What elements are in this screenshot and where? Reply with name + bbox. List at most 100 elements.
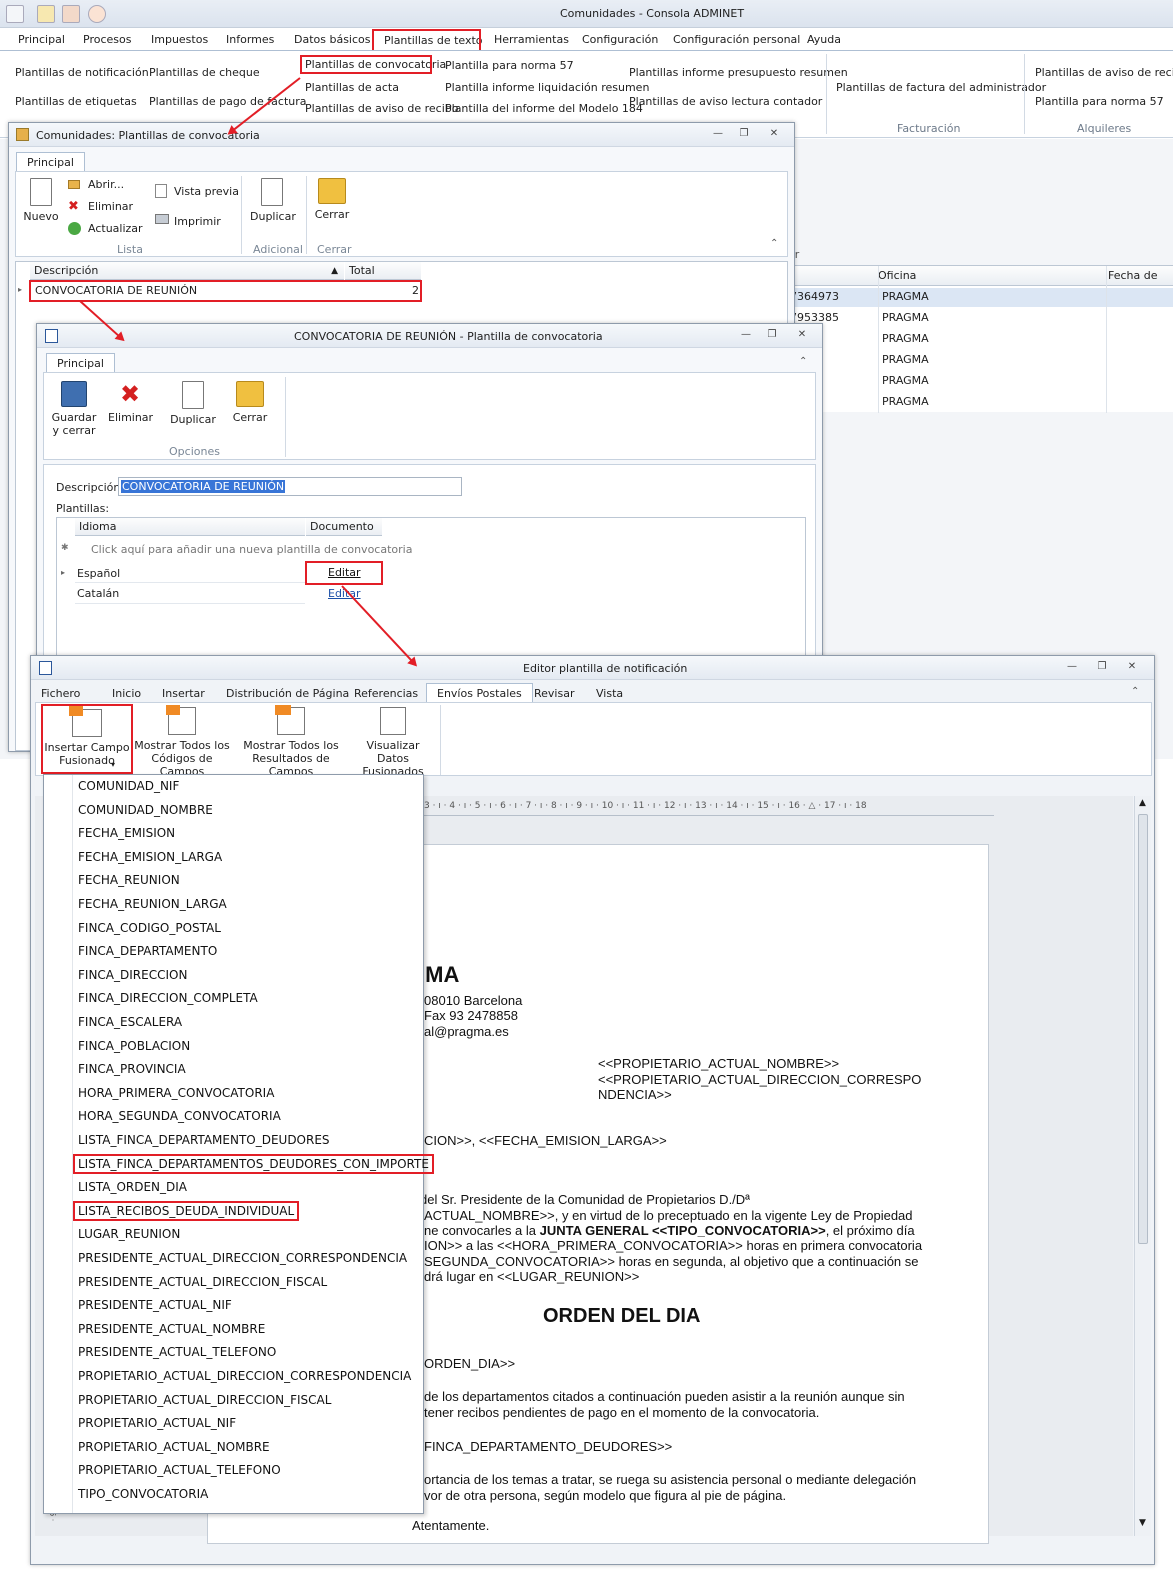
vertical-scrollbar[interactable]: ▲ ▼ (1134, 796, 1151, 1536)
merge-field-item[interactable]: PRESIDENTE_ACTUAL_DIRECCION_FISCAL (78, 1275, 327, 1289)
minimize-icon[interactable]: — (710, 127, 726, 141)
merge-field-item[interactable]: FINCA_POBLACION (78, 1039, 190, 1053)
ribbon-plantilla-informe-liquidacion[interactable]: Plantilla informe liquidación resumen (445, 81, 649, 94)
merge-field-item[interactable]: FECHA_EMISION (78, 826, 175, 840)
visualizar-datos-button[interactable]: Visualizar Datos Fusionados (350, 707, 436, 778)
tab-impuestos[interactable]: Impuestos (141, 30, 218, 51)
merge-field-item[interactable]: COMUNIDAD_NIF (78, 779, 179, 793)
tab-configuracion-personal[interactable]: Configuración personal (663, 30, 810, 51)
ribbon-plantilla-modelo-184[interactable]: Plantilla del informe del Modelo 184 (445, 102, 643, 115)
merge-field-item[interactable]: PRESIDENTE_ACTUAL_NOMBRE (78, 1322, 265, 1336)
tab-envios-postales[interactable]: Envíos Postales (426, 683, 533, 703)
ribbon-factura-administrador[interactable]: Plantillas de factura del administrador (836, 81, 1046, 94)
collapse-ribbon-icon[interactable]: ⌃ (770, 238, 778, 249)
merge-field-item[interactable]: FINCA_DIRECCION (78, 968, 187, 982)
minimize-icon[interactable]: — (1064, 660, 1080, 674)
table-row[interactable]: Español (75, 563, 305, 583)
cerrar-button[interactable]: Cerrar (312, 178, 352, 221)
tab-insertar[interactable]: Insertar (162, 687, 205, 700)
mail-icon[interactable] (37, 5, 55, 23)
maximize-icon[interactable]: ❐ (736, 127, 752, 141)
tab-distribucion[interactable]: Distribución de Página (226, 687, 349, 700)
mostrar-resultados-button[interactable]: Mostrar Todos los Resultados de Campos (234, 705, 348, 778)
merge-field-item[interactable]: COMUNIDAD_NOMBRE (78, 803, 213, 817)
abrir-button[interactable]: Abrir... (88, 178, 124, 191)
column-total[interactable]: Total (345, 262, 421, 280)
ribbon-plantillas-acta[interactable]: Plantillas de acta (305, 81, 399, 94)
tab-principal[interactable]: Principal (16, 152, 85, 172)
rss-icon[interactable] (88, 5, 106, 23)
eliminar-button[interactable]: Eliminar (88, 200, 133, 213)
merge-field-item[interactable]: FECHA_REUNION_LARGA (78, 897, 227, 911)
column-descripcion[interactable]: Descripción ▲ (30, 262, 344, 280)
horizontal-ruler[interactable]: 3 · ı · 4 · ı · 5 · ı · 6 · ı · 7 · ı · … (424, 801, 994, 816)
ribbon-plantillas-cheque[interactable]: Plantillas de cheque (149, 66, 260, 79)
column-documento[interactable]: Documento (306, 518, 382, 536)
tab-referencias[interactable]: Referencias (354, 687, 418, 700)
ribbon-plantillas-aviso-recibo[interactable]: Plantillas de aviso de recibo (305, 102, 458, 115)
ribbon-plantillas-notificacion[interactable]: Plantillas de notificación (15, 66, 149, 79)
maximize-icon[interactable]: ❐ (764, 328, 780, 342)
merge-field-item[interactable]: PRESIDENTE_ACTUAL_DIRECCION_CORRESPONDEN… (78, 1251, 407, 1265)
cerrar-button[interactable]: Cerrar (228, 381, 272, 424)
imprimir-button[interactable]: Imprimir (174, 215, 221, 228)
collapse-ribbon-icon[interactable]: ⌃ (799, 356, 807, 367)
scroll-down-icon[interactable]: ▼ (1139, 1518, 1146, 1528)
tab-procesos[interactable]: Procesos (73, 30, 141, 51)
insertar-campo-fusionado-button[interactable]: Insertar Campo Fusionado ▾ (41, 704, 133, 774)
minimize-icon[interactable]: — (738, 328, 754, 342)
ribbon-aviso-recibo-alquiler[interactable]: Plantillas de aviso de recib (1035, 66, 1173, 79)
new-template-row[interactable]: Click aquí para añadir una nueva plantil… (91, 543, 412, 556)
vista-previa-button[interactable]: Vista previa (174, 185, 239, 198)
merge-field-item[interactable]: LISTA_FINCA_DEPARTAMENTO_DEUDORES (78, 1133, 330, 1147)
merge-field-item[interactable]: PROPIETARIO_ACTUAL_NOMBRE (78, 1440, 270, 1454)
merge-field-item[interactable]: PROPIETARIO_ACTUAL_NIF (78, 1416, 236, 1430)
table-row[interactable]: CONVOCATORIA DE REUNIÓN 2 (29, 280, 422, 302)
ribbon-plantilla-norma-57[interactable]: Plantilla para norma 57 (445, 59, 574, 72)
tab-inicio[interactable]: Inicio (112, 687, 141, 700)
ribbon-plantillas-convocatoria[interactable]: Plantillas de convocatoria (300, 55, 446, 74)
merge-field-item[interactable]: HORA_SEGUNDA_CONVOCATORIA (78, 1109, 281, 1123)
eliminar-button[interactable]: ✖ Eliminar (108, 381, 153, 424)
descripcion-input[interactable]: CONVOCATORIA DE REUNIÓN (118, 477, 462, 496)
maximize-icon[interactable]: ❐ (1094, 660, 1110, 674)
tab-herramientas[interactable]: Herramientas (484, 30, 579, 51)
merge-field-item[interactable]: PROPIETARIO_ACTUAL_DIRECCION_FISCAL (78, 1393, 331, 1407)
tab-vista[interactable]: Vista (596, 687, 623, 700)
merge-field-item[interactable]: FECHA_EMISION_LARGA (78, 850, 222, 864)
merge-field-item[interactable]: FINCA_CODIGO_POSTAL (78, 921, 221, 935)
tab-principal[interactable]: Principal (8, 30, 75, 51)
column-fecha[interactable]: Fecha de (1108, 269, 1158, 282)
merge-field-item[interactable]: PROPIETARIO_ACTUAL_TELEFONO (78, 1463, 281, 1477)
actualizar-button[interactable]: Actualizar (88, 222, 143, 235)
collapse-ribbon-icon[interactable]: ⌃ (1131, 686, 1139, 697)
tab-principal[interactable]: Principal (46, 353, 115, 373)
ribbon-plantillas-lectura-contador[interactable]: Plantillas de aviso lectura contador (629, 95, 822, 108)
merge-field-item[interactable]: FINCA_DEPARTAMENTO (78, 944, 217, 958)
tab-revisar[interactable]: Revisar (534, 687, 574, 700)
merge-field-item[interactable]: LUGAR_REUNION (78, 1227, 180, 1241)
guardar-cerrar-button[interactable]: Guardar y cerrar (48, 381, 100, 437)
merge-field-item[interactable]: FINCA_PROVINCIA (78, 1062, 186, 1076)
duplicar-button[interactable]: Duplicar (250, 178, 296, 223)
nuevo-button[interactable]: Nuevo (22, 178, 60, 223)
tab-plantillas-de-texto[interactable]: Plantillas de texto (372, 29, 483, 52)
ribbon-plantillas-etiquetas[interactable]: Plantillas de etiquetas (15, 95, 137, 108)
merge-field-item[interactable]: FINCA_ESCALERA (78, 1015, 182, 1029)
editar-espanol-link[interactable]: Editar (305, 561, 383, 585)
merge-field-item[interactable]: FECHA_REUNION (78, 873, 180, 887)
close-icon[interactable]: ✕ (1124, 660, 1140, 674)
table-row[interactable]: Catalán (75, 584, 305, 604)
tab-ayuda[interactable]: Ayuda (797, 30, 851, 51)
close-icon[interactable]: ✕ (794, 328, 810, 342)
ribbon-norma-57-alquiler[interactable]: Plantilla para norma 57 (1035, 95, 1164, 108)
merge-field-item[interactable]: LISTA_FINCA_DEPARTAMENTOS_DEUDORES_CON_I… (73, 1153, 434, 1174)
merge-field-item[interactable]: PRESIDENTE_ACTUAL_TELEFONO (78, 1345, 276, 1359)
tab-datos-basicos[interactable]: Datos básicos (284, 30, 381, 51)
merge-field-item[interactable]: HORA_PRIMERA_CONVOCATORIA (78, 1086, 274, 1100)
app-menu-icon[interactable] (6, 5, 24, 23)
tab-informes[interactable]: Informes (216, 30, 284, 51)
scroll-up-icon[interactable]: ▲ (1139, 798, 1146, 808)
merge-field-item[interactable]: PROPIETARIO_ACTUAL_DIRECCION_CORRESPONDE… (78, 1369, 411, 1383)
scrollbar-thumb[interactable] (1138, 814, 1148, 1244)
